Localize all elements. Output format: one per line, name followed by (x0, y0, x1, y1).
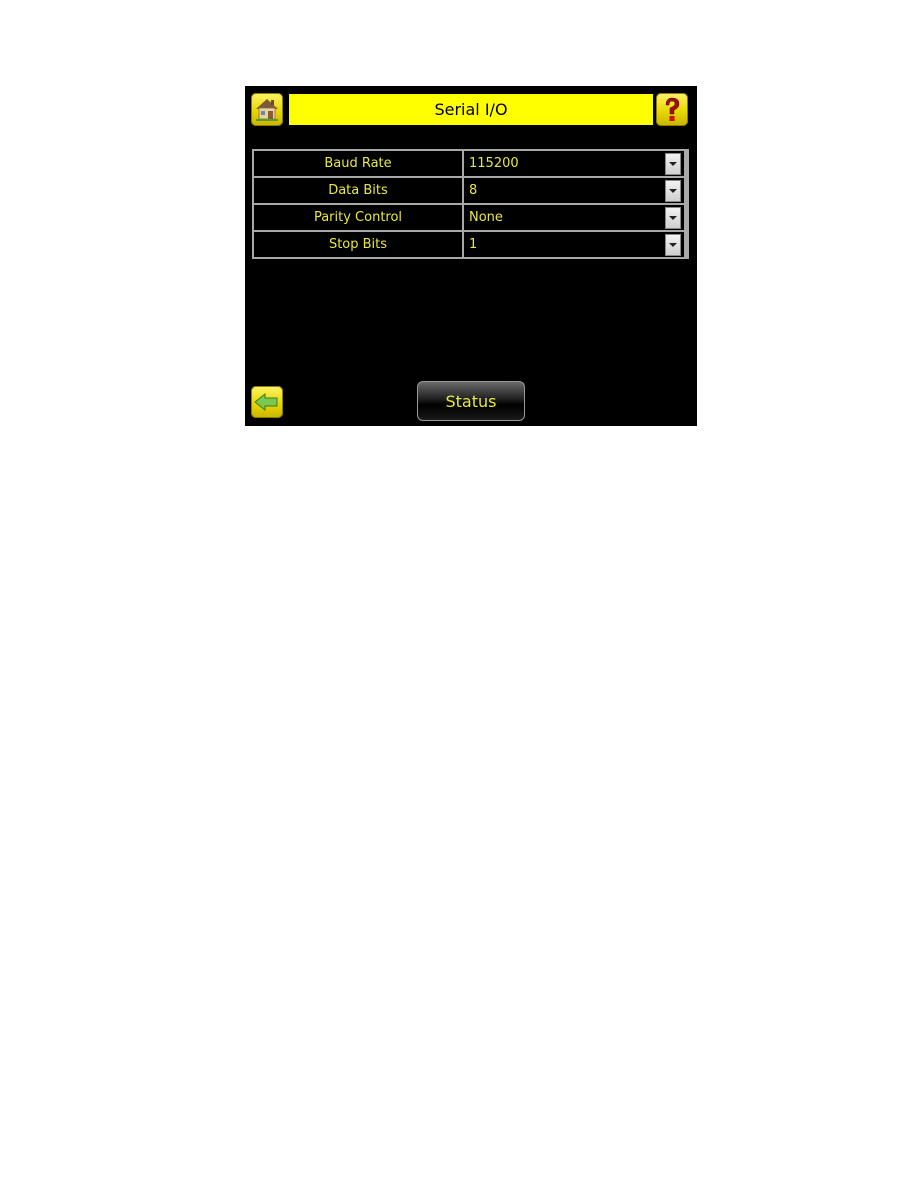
chevron-down-icon (669, 216, 677, 220)
chevron-down-icon (669, 189, 677, 193)
setting-row-data-bits: Data Bits 8 (252, 176, 689, 203)
data-bits-dropdown[interactable]: 8 (464, 178, 687, 203)
setting-row-baud-rate: Baud Rate 115200 (252, 149, 689, 176)
chevron-down-icon (669, 162, 677, 166)
dropdown-button[interactable] (665, 180, 681, 202)
setting-label: Stop Bits (254, 232, 464, 257)
dropdown-value: 1 (469, 237, 478, 252)
back-button[interactable] (251, 386, 283, 418)
setting-row-parity-control: Parity Control None (252, 203, 689, 230)
serial-settings-table: Baud Rate 115200 Data Bits 8 Parity Cont… (252, 149, 689, 259)
dropdown-value: 8 (469, 183, 478, 198)
home-icon (256, 99, 278, 121)
home-button[interactable] (251, 93, 283, 126)
back-arrow-icon (254, 392, 278, 412)
setting-row-stop-bits: Stop Bits 1 (252, 230, 689, 259)
parity-control-dropdown[interactable]: None (464, 205, 687, 230)
dropdown-button[interactable] (665, 207, 681, 229)
setting-label: Parity Control (254, 205, 464, 230)
dropdown-button[interactable] (665, 234, 681, 256)
stop-bits-dropdown[interactable]: 1 (464, 232, 687, 257)
chevron-down-icon (669, 243, 677, 247)
dropdown-value: 115200 (469, 156, 519, 171)
page-title: Serial I/O (289, 94, 653, 125)
dropdown-value: None (469, 210, 503, 225)
dropdown-button[interactable] (665, 153, 681, 175)
serial-io-screen: Serial I/O Baud Rate 115200 Data Bits 8 … (245, 86, 697, 426)
setting-label: Baud Rate (254, 151, 464, 176)
status-button[interactable]: Status (417, 381, 525, 421)
help-icon (665, 97, 680, 121)
baud-rate-dropdown[interactable]: 115200 (464, 151, 687, 176)
help-button[interactable] (656, 93, 688, 126)
setting-label: Data Bits (254, 178, 464, 203)
